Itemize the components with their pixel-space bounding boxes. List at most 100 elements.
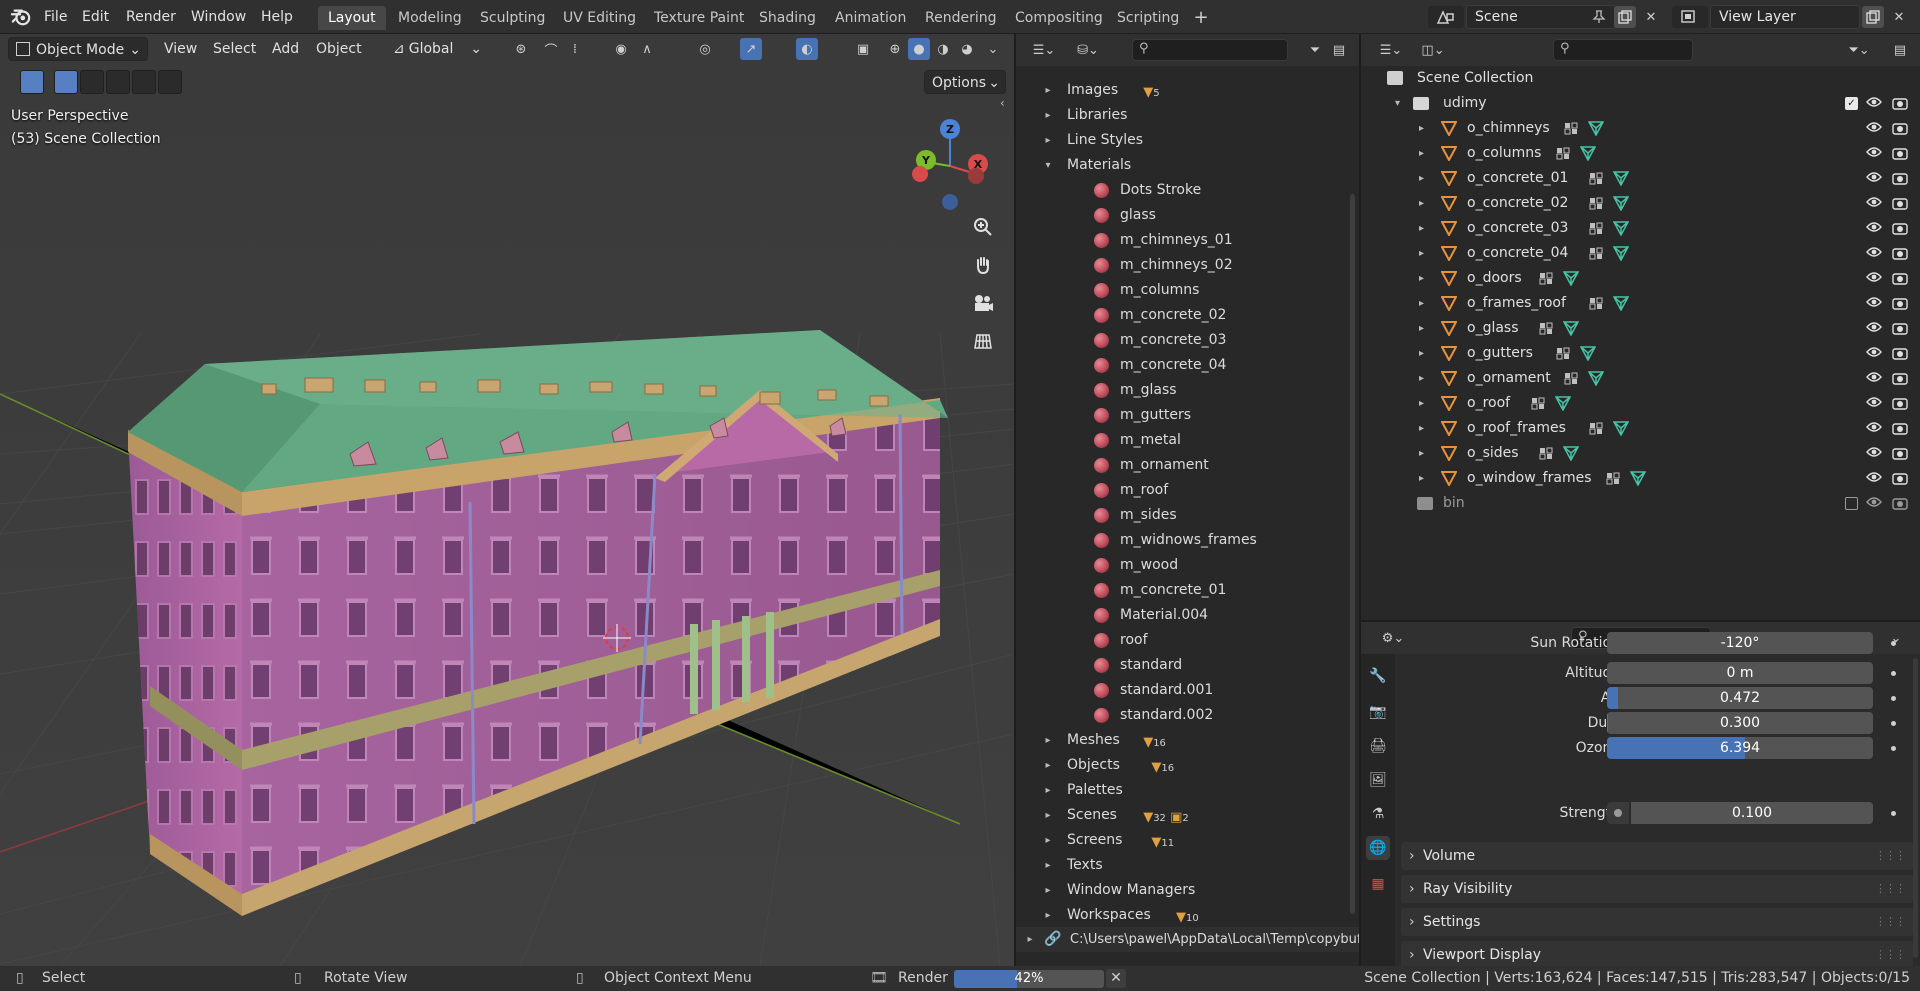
zoom-icon[interactable]: [968, 212, 998, 242]
expand-arrow-icon[interactable]: ▸: [1042, 853, 1054, 878]
material-row[interactable]: standard.002: [1016, 703, 1359, 728]
select-subtract-icon[interactable]: [106, 70, 130, 94]
render-camera-icon[interactable]: [1892, 446, 1908, 460]
object-mode-dropdown[interactable]: Object Mode ⌄: [8, 37, 148, 61]
visibility-eye-icon[interactable]: [1866, 346, 1882, 358]
tab-texture-paint[interactable]: Texture Paint: [644, 6, 754, 30]
property-field[interactable]: 0.300: [1607, 712, 1873, 734]
collection-checkbox[interactable]: [1845, 497, 1858, 510]
drag-grip-icon[interactable]: ⋮⋮⋮: [1875, 941, 1906, 966]
collection-checkbox[interactable]: ✓: [1845, 97, 1858, 110]
camera-view-icon[interactable]: [968, 288, 998, 318]
delete-scene-icon[interactable]: ✕: [1640, 6, 1662, 28]
object-row[interactable]: ▸ o_concrete_01: [1361, 166, 1920, 191]
menu-file[interactable]: File: [38, 6, 73, 28]
pin-icon[interactable]: [1588, 6, 1610, 28]
visibility-eye-icon[interactable]: [1866, 121, 1882, 133]
material-row[interactable]: roof: [1016, 628, 1359, 653]
object-row[interactable]: ▸ o_roof: [1361, 391, 1920, 416]
datablock-row-texts[interactable]: ▸ Texts: [1016, 853, 1359, 878]
display-mode-icon[interactable]: ⛁⌄: [1070, 39, 1106, 61]
tab-compositing[interactable]: Compositing: [1005, 6, 1113, 30]
visibility-eye-icon[interactable]: [1866, 471, 1882, 483]
expand-arrow-icon[interactable]: ▸: [1419, 141, 1424, 166]
visibility-eye-icon[interactable]: [1866, 496, 1882, 508]
collection-row-bin[interactable]: bin: [1361, 491, 1920, 516]
object-row[interactable]: ▸ o_window_frames: [1361, 466, 1920, 491]
drag-grip-icon[interactable]: ⋮⋮⋮: [1875, 842, 1906, 870]
expand-arrow-icon[interactable]: ▸: [1042, 753, 1054, 778]
xray-icon[interactable]: ▣: [852, 38, 874, 60]
drag-grip-icon[interactable]: ⋮⋮⋮: [1875, 908, 1906, 936]
object-row[interactable]: ▸ o_concrete_03: [1361, 216, 1920, 241]
outliner-scrollbar[interactable]: [1350, 194, 1355, 914]
tab-modeling[interactable]: Modeling: [388, 6, 472, 30]
solid-shading-icon[interactable]: ●: [908, 38, 930, 60]
material-row[interactable]: m_roof: [1016, 478, 1359, 503]
render-camera-icon[interactable]: [1892, 496, 1908, 510]
properties-scrollbar[interactable]: [1913, 658, 1918, 958]
viewport-menu-add[interactable]: Add: [266, 37, 305, 61]
visibility-eye-icon[interactable]: [1866, 171, 1882, 183]
delete-view-layer-icon[interactable]: ✕: [1888, 6, 1910, 28]
datablock-row-scenes[interactable]: ▸ Scenes ▼32 ▣2: [1016, 803, 1359, 828]
world-tab-icon[interactable]: 🌐: [1366, 836, 1390, 860]
material-row[interactable]: standard.001: [1016, 678, 1359, 703]
properties-options-icon[interactable]: ⌄: [1885, 627, 1907, 649]
texture-tab-icon[interactable]: ▦: [1366, 872, 1390, 896]
object-row[interactable]: ▸ o_glass: [1361, 316, 1920, 341]
expand-arrow-icon[interactable]: ▸: [1419, 291, 1424, 316]
tab-shading[interactable]: Shading: [749, 6, 826, 30]
tool-tab-icon[interactable]: 🔧: [1366, 664, 1390, 688]
strength-field[interactable]: 0.100: [1631, 802, 1873, 824]
pan-hand-icon[interactable]: [968, 250, 998, 280]
expand-arrow-icon[interactable]: ▸: [1024, 927, 1036, 952]
property-field[interactable]: -120°: [1607, 632, 1873, 654]
visibility-eye-icon[interactable]: [1866, 221, 1882, 233]
object-row[interactable]: ▸ o_chimneys: [1361, 116, 1920, 141]
display-mode-icon[interactable]: ◫⌄: [1415, 39, 1451, 61]
render-camera-icon[interactable]: [1892, 296, 1908, 310]
visibility-icon[interactable]: ◎: [694, 38, 716, 60]
expand-arrow-icon[interactable]: ▸: [1419, 191, 1424, 216]
material-row[interactable]: m_metal: [1016, 428, 1359, 453]
render-camera-icon[interactable]: [1892, 421, 1908, 435]
view-layer-tab-icon[interactable]: 🖼: [1366, 768, 1390, 792]
material-row[interactable]: m_gutters: [1016, 403, 1359, 428]
material-row[interactable]: Material.004: [1016, 603, 1359, 628]
rendered-shading-icon[interactable]: ◕: [956, 38, 978, 60]
object-row[interactable]: ▸ o_frames_roof: [1361, 291, 1920, 316]
collection-row-udimy[interactable]: ▾ udimy ✓: [1361, 91, 1920, 116]
tab-rendering[interactable]: Rendering: [915, 6, 1007, 30]
gizmo-toggle-icon[interactable]: ↗: [740, 38, 762, 60]
datablock-row-objects[interactable]: ▸ Objects ▼16: [1016, 753, 1359, 778]
material-row[interactable]: m_columns: [1016, 278, 1359, 303]
expand-arrow-icon[interactable]: ▸: [1419, 466, 1424, 491]
material-row[interactable]: m_wood: [1016, 553, 1359, 578]
render-camera-icon[interactable]: [1892, 471, 1908, 485]
wireframe-shading-icon[interactable]: ⊕: [884, 38, 906, 60]
property-field[interactable]: 0.472: [1607, 687, 1873, 709]
visibility-eye-icon[interactable]: [1866, 396, 1882, 408]
render-camera-icon[interactable]: [1892, 96, 1908, 110]
cancel-render-icon[interactable]: ✕: [1106, 969, 1126, 988]
keyframe-dot-icon[interactable]: [1891, 671, 1896, 676]
drag-grip-icon[interactable]: ⋮⋮⋮: [1875, 875, 1906, 903]
panel-settings[interactable]: › Settings ⋮⋮⋮: [1401, 908, 1913, 936]
select-box-tool-icon[interactable]: [20, 70, 44, 94]
select-invert-icon[interactable]: [158, 70, 182, 94]
add-workspace-icon[interactable]: +: [1190, 6, 1212, 28]
tab-sculpting[interactable]: Sculpting: [470, 6, 555, 30]
scene-collection-row[interactable]: Scene Collection: [1361, 66, 1920, 91]
filter-icon[interactable]: ⏷⌄: [1841, 39, 1877, 61]
expand-arrow-icon[interactable]: ▸: [1419, 166, 1424, 191]
render-camera-icon[interactable]: [1892, 371, 1908, 385]
scene-tab-icon[interactable]: ⚗: [1366, 802, 1390, 826]
render-camera-icon[interactable]: [1892, 396, 1908, 410]
view-layer-selector-icon[interactable]: [1672, 6, 1708, 28]
expand-arrow-icon[interactable]: ▸: [1042, 903, 1054, 928]
menu-help[interactable]: Help: [255, 6, 299, 28]
viewport-menu-object[interactable]: Object: [310, 37, 368, 61]
material-row[interactable]: standard: [1016, 653, 1359, 678]
visibility-eye-icon[interactable]: [1866, 271, 1882, 283]
